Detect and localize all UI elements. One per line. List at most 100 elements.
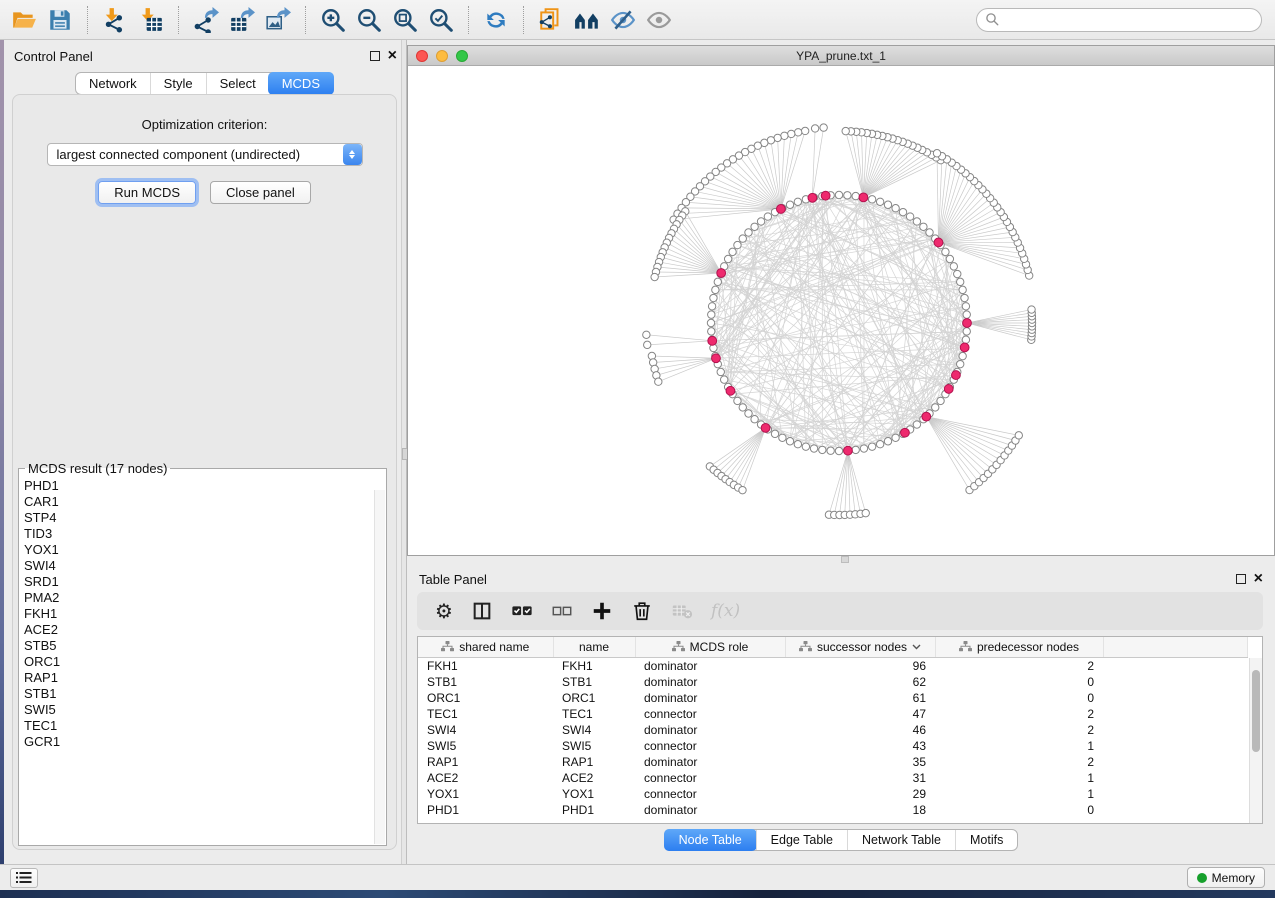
mcds-result-item[interactable]: SWI4 (24, 558, 386, 574)
network-node[interactable] (721, 376, 728, 383)
mcds-node[interactable] (808, 193, 817, 202)
network-node[interactable] (892, 434, 899, 441)
table-cell[interactable]: 0 (935, 690, 1103, 706)
table-cell[interactable]: YOX1 (553, 786, 635, 802)
network-node[interactable] (771, 430, 778, 437)
network-node[interactable] (946, 255, 953, 262)
mcds-result-item[interactable]: TEC1 (24, 718, 386, 734)
refresh-button[interactable] (478, 3, 514, 37)
optimization-criterion-select[interactable]: largest connected component (undirected) (47, 143, 363, 166)
import-network-button[interactable] (97, 3, 133, 37)
network-node[interactable] (884, 201, 891, 208)
mcds-result-item[interactable]: GCR1 (24, 734, 386, 750)
network-node[interactable] (876, 441, 883, 448)
network-node[interactable] (920, 223, 927, 230)
horizontal-divider-handle[interactable] (841, 556, 849, 563)
table-cell[interactable]: 2 (935, 754, 1103, 770)
column-header[interactable]: predecessor nodes (935, 637, 1103, 657)
mcds-result-item[interactable]: STB5 (24, 638, 386, 654)
network-node[interactable] (788, 130, 795, 137)
network-node[interactable] (810, 445, 817, 452)
close-panel-button[interactable]: × (388, 51, 397, 61)
table-row[interactable]: YOX1YOX1connector291 (418, 786, 1248, 802)
table-cell[interactable]: FKH1 (418, 657, 553, 674)
network-node[interactable] (962, 336, 969, 343)
column-header[interactable]: name (553, 637, 635, 657)
mcds-node[interactable] (712, 354, 721, 363)
table-cell[interactable]: connector (635, 786, 785, 802)
table-cell[interactable]: 18 (785, 802, 935, 818)
show-all-button[interactable] (641, 3, 677, 37)
table-cell[interactable]: PHD1 (418, 802, 553, 818)
mcds-node[interactable] (776, 205, 785, 214)
table-cell[interactable]: dominator (635, 722, 785, 738)
network-node[interactable] (786, 438, 793, 445)
show-columns-button[interactable] (465, 595, 499, 627)
network-node[interactable] (734, 397, 741, 404)
table-row[interactable]: ORC1ORC1dominator610 (418, 690, 1248, 706)
table-cell[interactable]: 46 (785, 722, 935, 738)
close-mcds-panel-button[interactable]: Close panel (210, 181, 311, 204)
new-column-button[interactable] (585, 595, 619, 627)
open-file-button[interactable] (6, 3, 42, 37)
zoom-out-button[interactable] (351, 3, 387, 37)
task-history-button[interactable] (10, 868, 38, 888)
network-node[interactable] (950, 263, 957, 270)
mcds-node[interactable] (761, 423, 770, 432)
network-node[interactable] (655, 378, 662, 385)
network-node[interactable] (786, 201, 793, 208)
clone-network-button[interactable] (533, 3, 569, 37)
mcds-node[interactable] (708, 336, 717, 345)
network-node[interactable] (963, 328, 970, 335)
run-mcds-button[interactable]: Run MCDS (98, 181, 196, 204)
network-node[interactable] (957, 360, 964, 367)
deselect-all-rows-button[interactable] (545, 595, 579, 627)
table-cell[interactable]: connector (635, 738, 785, 754)
table-cell[interactable]: 1 (935, 786, 1103, 802)
network-node[interactable] (734, 241, 741, 248)
export-table-button[interactable] (224, 3, 260, 37)
network-node[interactable] (957, 278, 964, 285)
network-node[interactable] (932, 404, 939, 411)
network-node[interactable] (751, 223, 758, 230)
network-node[interactable] (959, 352, 966, 359)
result-list-scrollbar[interactable] (374, 490, 385, 844)
table-row[interactable]: TEC1TEC1connector472 (418, 706, 1248, 722)
table-row[interactable]: ACE2ACE2connector311 (418, 770, 1248, 786)
mcds-result-item[interactable]: ORC1 (24, 654, 386, 670)
table-cell[interactable]: FKH1 (553, 657, 635, 674)
table-cell[interactable]: ORC1 (553, 690, 635, 706)
network-node[interactable] (835, 191, 842, 198)
network-node[interactable] (827, 447, 834, 454)
mcds-result-item[interactable]: SRD1 (24, 574, 386, 590)
table-cell[interactable]: 61 (785, 690, 935, 706)
network-node[interactable] (707, 319, 714, 326)
table-cell[interactable]: 0 (935, 674, 1103, 690)
mcds-node[interactable] (821, 191, 830, 200)
close-table-panel-button[interactable]: × (1254, 574, 1263, 584)
table-cell[interactable]: 1 (935, 770, 1103, 786)
network-node[interactable] (745, 410, 752, 417)
mcds-result-item[interactable]: SWI5 (24, 702, 386, 718)
network-node[interactable] (644, 341, 651, 348)
mcds-node[interactable] (844, 446, 853, 455)
table-cell[interactable]: dominator (635, 690, 785, 706)
table-cell[interactable]: 31 (785, 770, 935, 786)
network-node[interactable] (717, 368, 724, 375)
network-node[interactable] (868, 196, 875, 203)
table-scrollbar-thumb[interactable] (1252, 670, 1260, 752)
mcds-result-item[interactable]: PHD1 (24, 478, 386, 494)
mcds-node[interactable] (934, 238, 943, 247)
table-cell[interactable]: SWI4 (418, 722, 553, 738)
network-node[interactable] (712, 286, 719, 293)
network-node[interactable] (852, 446, 859, 453)
table-cell[interactable]: connector (635, 706, 785, 722)
table-cell[interactable]: 0 (935, 802, 1103, 818)
table-cell[interactable]: RAP1 (418, 754, 553, 770)
tab-edge-table[interactable]: Edge Table (756, 830, 847, 850)
zoom-selected-button[interactable] (423, 3, 459, 37)
network-node[interactable] (835, 447, 842, 454)
column-header[interactable]: MCDS role (635, 637, 785, 657)
network-node[interactable] (963, 311, 970, 318)
network-node[interactable] (852, 192, 859, 199)
